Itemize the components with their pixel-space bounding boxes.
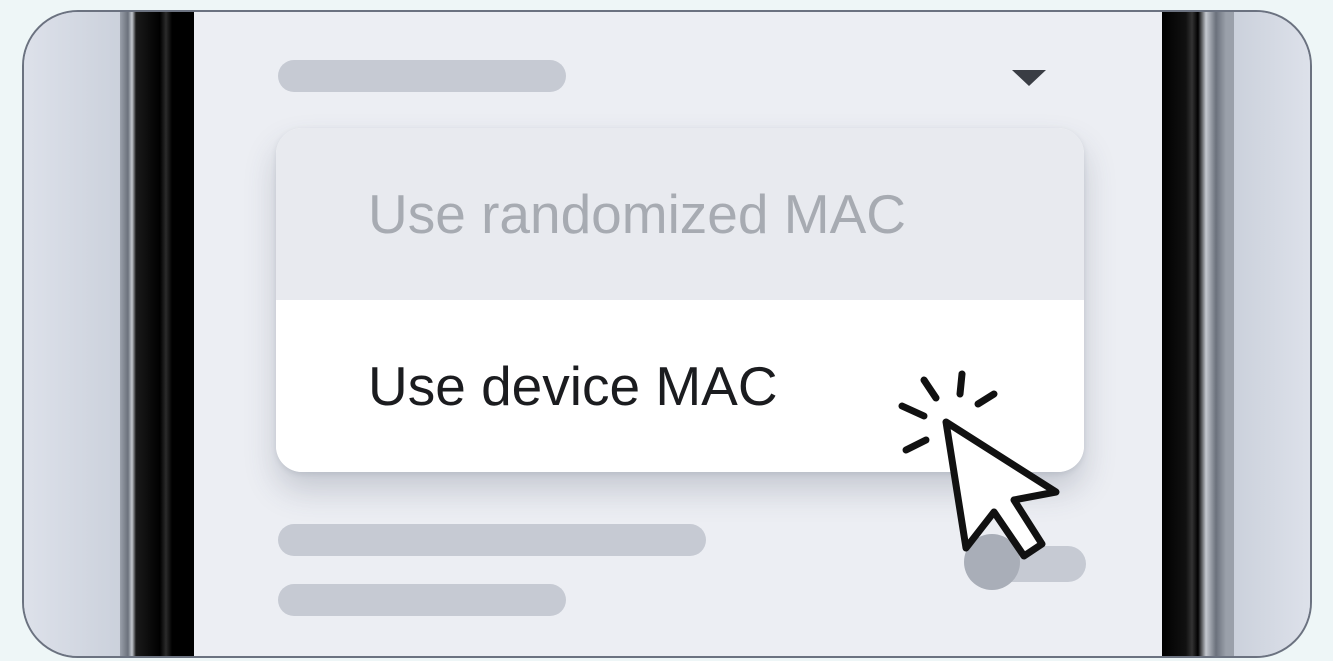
device-frame: Use randomized MAC Use device MAC	[22, 10, 1312, 658]
menu-item-use-randomized-mac[interactable]: Use randomized MAC	[276, 128, 1084, 300]
frame-left-edge	[24, 12, 132, 656]
frame-right-edge	[1225, 12, 1310, 656]
setting-sublabel-placeholder	[278, 584, 566, 616]
setting-label-placeholder	[278, 524, 706, 556]
phone-bezel-left	[120, 12, 194, 656]
phone-bezel-right	[1162, 12, 1234, 656]
mouse-pointer-click-icon	[898, 370, 1060, 560]
menu-item-label: Use device MAC	[368, 355, 778, 417]
setting-title-placeholder	[278, 60, 566, 92]
menu-item-label: Use randomized MAC	[368, 183, 906, 245]
caret-down-icon[interactable]	[1012, 70, 1046, 86]
pointer-arrow	[942, 418, 1060, 560]
phone-screen: Use randomized MAC Use device MAC	[194, 12, 1162, 656]
